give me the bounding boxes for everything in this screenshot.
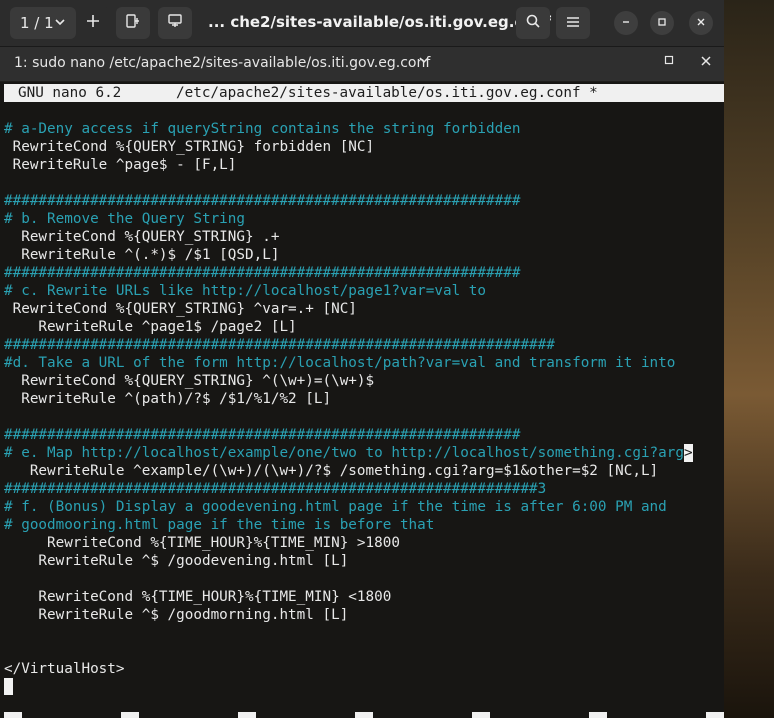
editor-line: ########################################… <box>4 265 521 281</box>
nano-shortcut-bar <box>0 712 724 718</box>
editor-line: RewriteCond %{QUERY_STRING} forbidden [N… <box>4 139 375 155</box>
editor-line: # e. Map http://localhost/example/one/tw… <box>4 444 693 462</box>
editor-line: # b. Remove the Query String <box>4 211 246 227</box>
menu-button[interactable] <box>556 7 590 39</box>
nano-version: GNU nano 6.2 <box>18 85 122 101</box>
editor-line: RewriteRule ^page1$ /page2 [L] <box>4 319 297 335</box>
close-tab-icon[interactable] <box>700 53 712 71</box>
editor-line: RewriteRule ^page$ - [F,L] <box>4 157 237 173</box>
line-overflow-marker: > <box>684 444 693 462</box>
terminal-content[interactable]: GNU nano 6.2 /etc/apache2/sites-availabl… <box>0 82 724 718</box>
maximize-icon <box>657 16 667 30</box>
minimize-icon <box>621 16 631 30</box>
editor-line: </VirtualHost> <box>4 661 125 677</box>
tab-count: 1 / 1 <box>20 14 54 32</box>
editor-line: ########################################… <box>4 193 521 209</box>
tab-switcher-button[interactable]: 1 / 1 <box>10 7 76 39</box>
editor-line: ########################################… <box>4 481 547 497</box>
hamburger-menu-icon <box>566 14 580 32</box>
nano-title-bar: GNU nano 6.2 /etc/apache2/sites-availabl… <box>4 84 724 102</box>
editor-line: ########################################… <box>4 337 555 353</box>
minimize-button[interactable] <box>614 11 638 35</box>
split-horizontal-button[interactable] <box>116 7 150 39</box>
editor-line: #d. Take a URL of the form http://localh… <box>4 355 676 371</box>
editor-line: RewriteRule ^$ /goodmorning.html [L] <box>4 607 349 623</box>
editor-line: # a-Deny access if queryString contains … <box>4 121 521 137</box>
editor-line: ########################################… <box>4 427 521 443</box>
editor-line: RewriteRule ^(.*)$ /$1 [QSD,L] <box>4 247 280 263</box>
plus-icon <box>85 13 101 33</box>
terminal-window: 1 / 1 ... che2/sites-available/os.iti.go… <box>0 0 724 718</box>
close-icon <box>696 16 706 30</box>
text-cursor <box>4 678 13 696</box>
maximize-button[interactable] <box>650 11 674 35</box>
search-icon <box>525 13 541 33</box>
editor-line: RewriteCond %{QUERY_STRING} .+ <box>4 229 280 245</box>
new-tab-button[interactable] <box>76 7 110 39</box>
editor-line: RewriteRule ^$ /goodevening.html [L] <box>4 553 349 569</box>
editor-line: RewriteCond %{TIME_HOUR}%{TIME_MIN} >180… <box>4 535 400 551</box>
chevron-down-icon <box>54 14 66 32</box>
window-title: ... che2/sites-available/os.iti.gov.eg.c… <box>208 13 551 31</box>
editor-line: # goodmooring.html page if the time is b… <box>4 517 435 533</box>
chevron-down-icon[interactable] <box>418 54 430 70</box>
editor-line: RewriteRule ^example/(\w+)/(\w+)/?$ /som… <box>4 463 659 479</box>
nano-file-path: /etc/apache2/sites-available/os.iti.gov.… <box>176 85 598 101</box>
editor-line: RewriteCond %{TIME_HOUR}%{TIME_MIN} <180… <box>4 589 392 605</box>
editor-line: RewriteCond %{QUERY_STRING} ^var=.+ [NC] <box>4 301 357 317</box>
editor-line: # c. Rewrite URLs like http://localhost/… <box>4 283 487 299</box>
editor-line: # f. (Bonus) Display a goodevening.html … <box>4 499 667 515</box>
tab-label: 1: sudo nano /etc/apache2/sites-availabl… <box>14 55 431 71</box>
split-horizontal-icon <box>125 13 141 33</box>
header-bar: 1 / 1 ... che2/sites-available/os.iti.go… <box>0 0 724 47</box>
editor-line: RewriteCond %{QUERY_STRING} ^(\w+)=(\w+)… <box>4 373 375 389</box>
search-button[interactable] <box>516 7 550 39</box>
split-vertical-button[interactable] <box>158 7 192 39</box>
terminal-tab[interactable]: 1: sudo nano /etc/apache2/sites-availabl… <box>0 47 724 81</box>
close-window-button[interactable] <box>689 11 713 35</box>
editor-line: RewriteRule ^(path)/?$ /$1/%1/%2 [L] <box>4 391 332 407</box>
editor-buffer[interactable]: # a-Deny access if queryString contains … <box>4 120 693 678</box>
maximize-tab-icon[interactable] <box>664 54 674 68</box>
split-vertical-icon <box>167 13 183 33</box>
